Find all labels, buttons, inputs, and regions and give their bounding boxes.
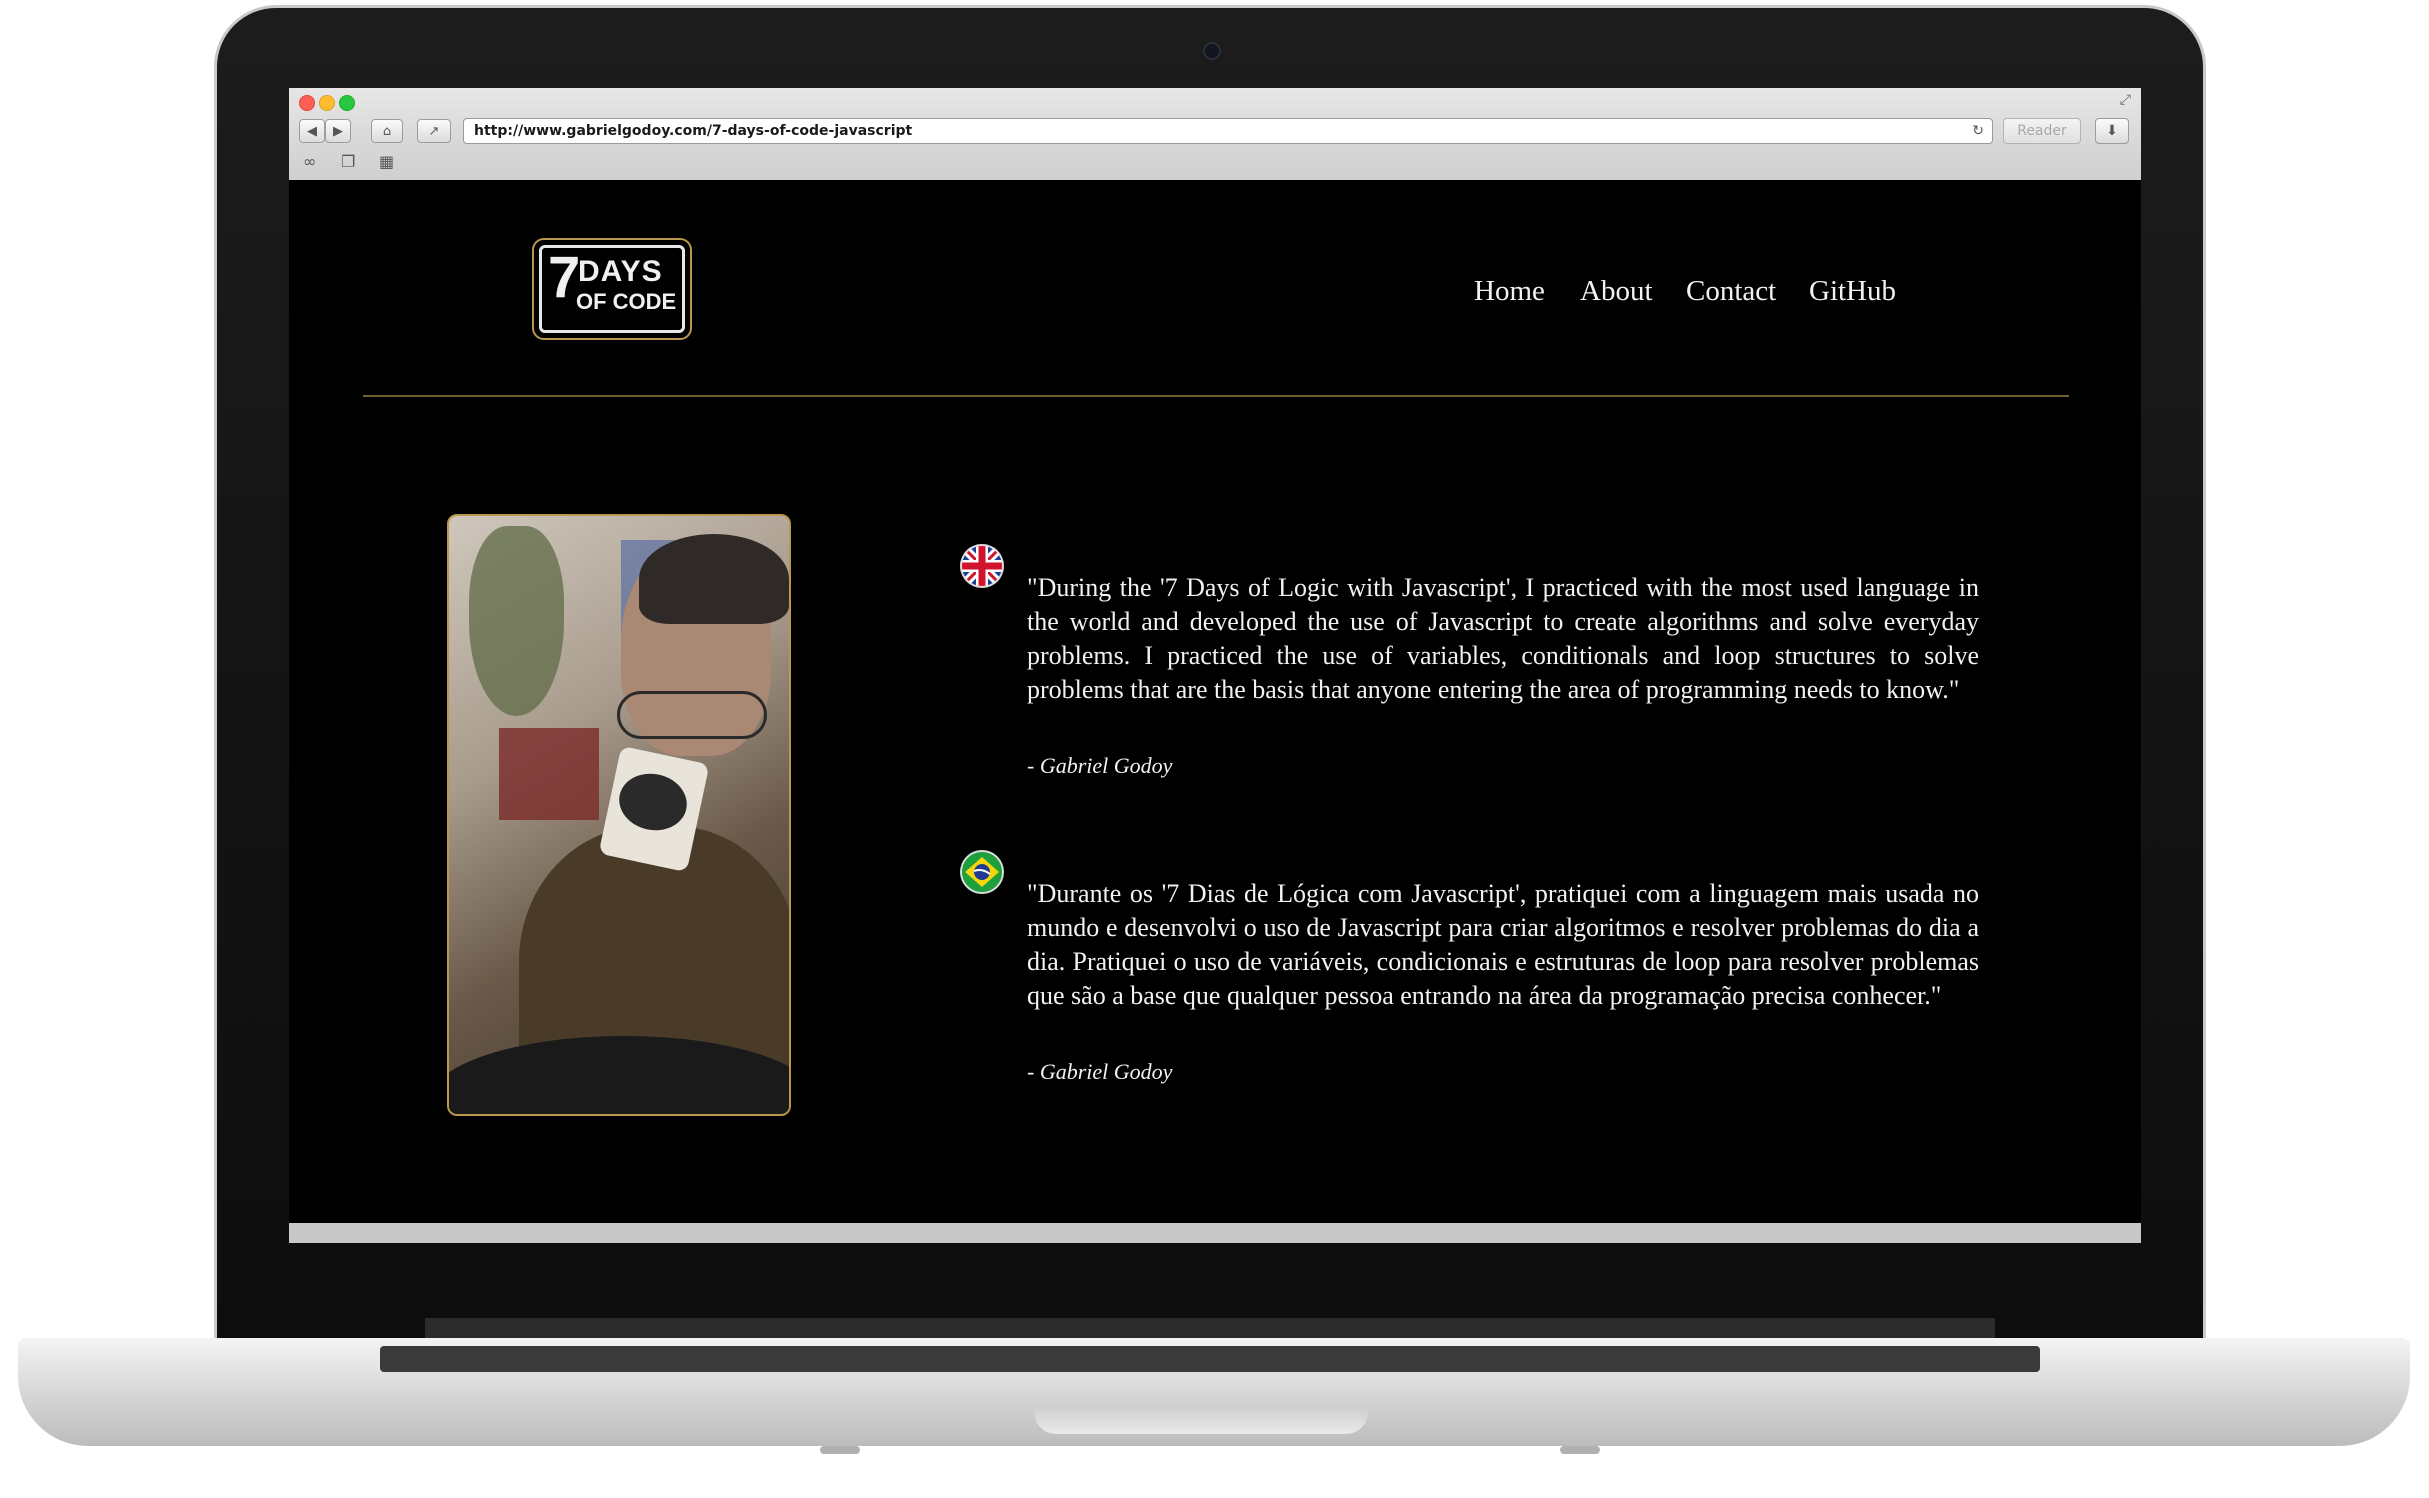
nav-home[interactable]: Home xyxy=(1474,275,1545,308)
testimonial-portuguese: "Durante os '7 Dias de Lógica com Javasc… xyxy=(1027,879,1979,1010)
web-page: 7 DAYS OF CODE Home About Contact GitHub xyxy=(289,180,2141,1223)
address-bar[interactable]: http://www.gabrielgodoy.com/7-days-of-co… xyxy=(463,118,1993,144)
horizontal-scrollbar[interactable] xyxy=(289,1223,2141,1243)
laptop-foot xyxy=(820,1446,860,1454)
nav-contact[interactable]: Contact xyxy=(1686,275,1776,308)
downloads-button[interactable]: ⬇ xyxy=(2095,118,2129,144)
testimonial-author: - Gabriel Godoy xyxy=(1027,1059,1173,1084)
nav-about[interactable]: About xyxy=(1580,275,1653,308)
close-window-button[interactable] xyxy=(299,95,315,111)
nav-github[interactable]: GitHub xyxy=(1809,275,1896,308)
camera-dot xyxy=(1203,42,1221,60)
top-sites-grid-icon[interactable]: ▦ xyxy=(379,152,394,171)
download-icon: ⬇ xyxy=(2106,123,2118,139)
brazil-flag-icon xyxy=(960,850,1004,894)
share-icon: ↗ xyxy=(428,123,440,139)
laptop-foot xyxy=(1560,1446,1600,1454)
logo-days-text: DAYS xyxy=(578,255,663,288)
home-button[interactable]: ⌂ xyxy=(371,119,403,143)
reload-icon[interactable]: ↻ xyxy=(1972,119,1984,143)
logo-code-text: OF CODE xyxy=(576,289,677,314)
uk-flag-icon xyxy=(960,544,1004,588)
browser-toolbar: ⤢ ◀ ▶ ⌂ ↗ http://www.gabrielgodoy.com/7-… xyxy=(289,88,2141,181)
reading-list-icon[interactable]: ∞ xyxy=(303,152,316,171)
back-arrow-icon: ◀ xyxy=(307,123,317,139)
back-button[interactable]: ◀ xyxy=(299,119,325,143)
forward-button[interactable]: ▶ xyxy=(325,119,351,143)
home-icon: ⌂ xyxy=(382,123,392,139)
site-logo[interactable]: 7 DAYS OF CODE xyxy=(532,238,692,340)
testimonial-author: - Gabriel Godoy xyxy=(1027,753,1173,778)
trackpad-notch xyxy=(1034,1408,1368,1434)
share-button[interactable]: ↗ xyxy=(417,119,451,143)
testimonial-english: "During the '7 Days of Logic with Javasc… xyxy=(1027,573,1979,704)
browser-window: ⤢ ◀ ▶ ⌂ ↗ http://www.gabrielgodoy.com/7-… xyxy=(289,88,2141,1243)
bookmarks-book-icon[interactable]: ❐ xyxy=(341,152,355,171)
minimize-window-button[interactable] xyxy=(319,95,335,111)
forward-arrow-icon: ▶ xyxy=(333,123,343,139)
reader-button[interactable]: Reader xyxy=(2003,118,2081,144)
logo-frame: 7 DAYS OF CODE xyxy=(539,245,685,333)
profile-photo xyxy=(447,514,791,1116)
keyboard-edge xyxy=(380,1346,2040,1372)
zoom-window-button[interactable] xyxy=(339,95,355,111)
header-divider xyxy=(363,395,2069,397)
url-text: http://www.gabrielgodoy.com/7-days-of-co… xyxy=(474,123,913,139)
fullscreen-icon[interactable]: ⤢ xyxy=(2120,92,2131,108)
